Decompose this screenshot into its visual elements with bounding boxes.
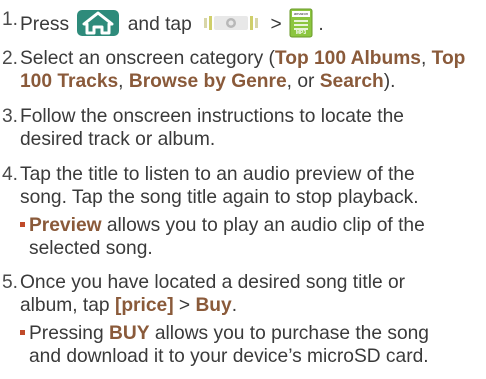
step-number: 2.: [2, 48, 19, 69]
category-browse-genre: Browse by Genre: [128, 71, 287, 92]
step-text-line: Once you have located a desired song tit…: [20, 272, 406, 293]
step-text-part: ).: [383, 71, 396, 92]
preview-label: Preview: [29, 215, 102, 236]
buy-label: Buy: [195, 295, 232, 316]
step-text: Once you have located a desired song tit…: [20, 271, 484, 317]
note-text: selected song.: [29, 238, 153, 259]
bullet-marker: [20, 330, 25, 335]
step-4: 4. Tap the title to listen to an audio p…: [0, 163, 486, 211]
step-text-part: ,: [420, 48, 432, 69]
step-text-line: Follow the onscreen instructions to loca…: [20, 106, 404, 127]
step-text-part: Select an onscreen category (: [20, 48, 275, 69]
step-text-line: song. Tap the song title again to stop p…: [20, 187, 419, 208]
app-label-bottom: MP3: [295, 30, 307, 36]
menu-handle-icon: [200, 12, 262, 34]
step-text: Tap the title to listen to an audio prev…: [20, 163, 484, 209]
step-5: 5. Once you have located a desired song …: [0, 271, 486, 319]
buy-caps-label: BUY: [108, 323, 150, 344]
buy-note: Pressing BUY allows you to purchase the …: [20, 322, 486, 370]
step-text-part: >: [173, 295, 196, 316]
step-text: Follow the onscreen instructions to loca…: [20, 105, 484, 151]
step-text: Select an onscreen category (Top 100 Alb…: [20, 47, 484, 93]
step-text-part: and tap: [127, 14, 192, 35]
step-number: 1.: [2, 9, 19, 30]
price-label: [price]: [114, 295, 174, 316]
note-text: Pressing: [29, 323, 109, 344]
note-text: and download it to your device’s microSD…: [29, 346, 429, 367]
step-number: 5.: [2, 272, 19, 293]
step-3: 3. Follow the onscreen instructions to l…: [0, 105, 486, 153]
home-key-icon: [77, 10, 120, 36]
note-text: allows you to play an audio clip of the: [101, 215, 425, 236]
category-top-tracks-a: Top: [431, 48, 466, 69]
step-text-part: .: [318, 14, 324, 35]
step-number: 3.: [2, 106, 19, 127]
category-search: Search: [319, 71, 384, 92]
step-1: 1. Press and tap > amazon MP3 .: [0, 8, 486, 38]
step-text-part: Press: [20, 14, 70, 35]
step-text-line: Tap the title to listen to an audio prev…: [20, 164, 415, 185]
category-top-albums: Top 100 Albums: [274, 48, 421, 69]
step-text-line: desired track or album.: [20, 129, 216, 150]
step-text-part: >: [270, 14, 282, 35]
step-2: 2. Select an onscreen category (Top 100 …: [0, 47, 486, 95]
step-text-part: .: [231, 295, 238, 316]
step-text-part: ,: [118, 71, 129, 92]
step-number: 4.: [2, 164, 19, 185]
step-text-part: album, tap: [20, 295, 115, 316]
preview-note: Preview allows you to play an audio clip…: [20, 214, 486, 262]
amazon-mp3-app-icon: amazon MP3: [289, 8, 313, 38]
bullet-marker: [20, 222, 25, 227]
note-text: allows you to purchase the song: [149, 323, 429, 344]
app-label-top: amazon: [293, 11, 309, 16]
step-text-part: , or: [286, 71, 320, 92]
category-top-tracks-b: 100 Tracks: [20, 71, 119, 92]
step-text: Press and tap > amazon MP3 .: [20, 8, 484, 38]
